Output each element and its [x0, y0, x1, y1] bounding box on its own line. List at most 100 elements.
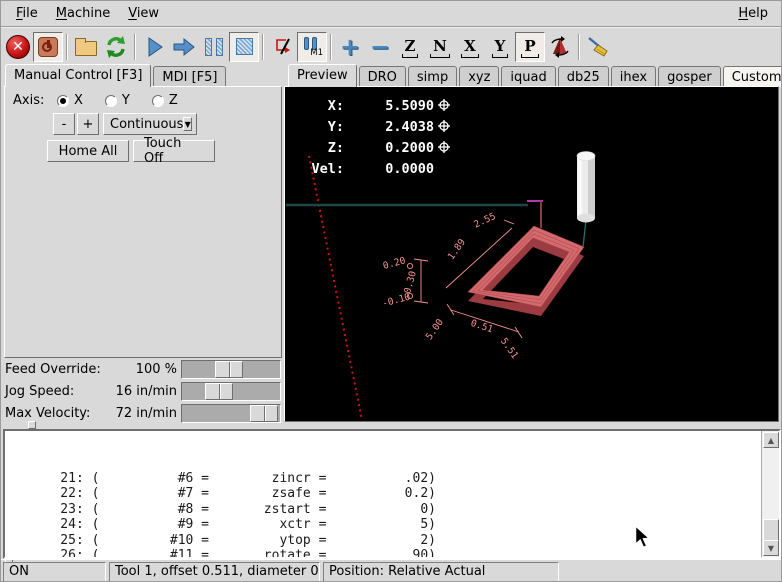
right-tab[interactable]: iquad [501, 66, 555, 87]
right-tab[interactable]: simp [408, 66, 457, 87]
dro-z-value: 0.2000 [385, 140, 434, 156]
zoom-out-button[interactable]: − [365, 32, 395, 62]
slider-trough[interactable] [181, 404, 281, 423]
right-tab[interactable]: Custom [723, 66, 782, 87]
toolbar-separator [330, 34, 332, 60]
menu-item-help[interactable]: Help [729, 3, 777, 24]
axis-y-radio[interactable] [105, 95, 117, 107]
pause-button[interactable] [199, 32, 229, 62]
step-icon [172, 36, 196, 58]
toolbar-separator [66, 34, 68, 60]
gcode-line[interactable]: 23: ( #8 = zstart = 0) [29, 502, 759, 518]
slider-value: 16 in/min [116, 384, 177, 399]
dro-readout: X: 5.5090 Y: 2.4038 Z: 0.2000 Vel: 0.000… [311, 98, 450, 177]
slider-trough[interactable] [181, 360, 281, 379]
preview-frame: 2.55 1.89 0.20 0.30 -0.10 0.51 5.00 5.51 [284, 86, 779, 422]
slider-handle[interactable] [215, 361, 243, 378]
slider-label: Max Velocity: [5, 406, 90, 421]
reload-file-button[interactable] [101, 32, 131, 62]
machine-state-field: ON [3, 562, 106, 582]
axis-z-radio[interactable] [152, 95, 164, 107]
left-tab[interactable]: Manual Control [F3] [5, 64, 151, 87]
svg-text:1.89: 1.89 [446, 237, 468, 262]
gcode-scrollbar[interactable]: ▲ ▼ [761, 431, 779, 557]
open-folder-icon [75, 41, 97, 56]
menu-item[interactable]: File [7, 3, 47, 24]
slider-value: 100 % [136, 362, 177, 377]
slider-row: Jog Speed: 16 in/min [1, 381, 283, 403]
optional-pause-button[interactable]: M1 [297, 32, 327, 62]
axis-x-radio[interactable] [57, 95, 69, 107]
pause-icon [205, 38, 223, 56]
toolbar-separator [262, 34, 264, 60]
stop-button[interactable] [229, 32, 259, 62]
toolbar-separator [134, 34, 136, 60]
estop-button[interactable]: ✕ [3, 32, 33, 62]
preview-canvas[interactable]: 2.55 1.89 0.20 0.30 -0.10 0.51 5.00 5.51 [286, 88, 777, 420]
view-perspective-button[interactable]: P [515, 32, 545, 62]
view-z2-button[interactable]: N [425, 32, 455, 62]
left-notebook-tabs: Manual Control [F3]MDI [F5] [5, 65, 228, 87]
stop-icon [236, 38, 253, 55]
slider-row: Feed Override: 100 % [1, 359, 283, 381]
menu-item[interactable]: Machine [47, 3, 119, 24]
right-tab[interactable]: Preview [288, 64, 357, 87]
scroll-down-icon[interactable]: ▼ [763, 540, 779, 556]
zoom-in-icon: + [340, 35, 360, 59]
slider-handle[interactable] [205, 383, 233, 400]
view-z-button[interactable]: Z [395, 32, 425, 62]
machine-power-button[interactable] [33, 32, 63, 62]
svg-text:0.51: 0.51 [469, 318, 494, 336]
homed-icon [438, 120, 450, 132]
right-tab[interactable]: gosper [658, 66, 721, 87]
power-icon [38, 37, 58, 57]
left-tab[interactable]: MDI [F5] [153, 66, 226, 87]
gcode-listing[interactable]: 21: ( #6 = zincr = .02) 22: ( #7 = zsafe… [3, 429, 781, 559]
clear-plot-button[interactable] [583, 32, 613, 62]
slider-handle[interactable] [250, 405, 278, 422]
right-notebook-tabs: PreviewDROsimpxyziquaddb25ihexgosperCust… [288, 65, 782, 87]
jog-mode-dropdown[interactable]: Continuous ▼ [103, 113, 197, 135]
dro-z-label: Z: [328, 140, 344, 156]
gcode-line[interactable]: 21: ( #6 = zincr = .02) [29, 471, 759, 487]
axis-window: FileMachineView Help ✕ [0, 0, 782, 582]
toolpath [468, 226, 584, 316]
run-button[interactable] [139, 32, 169, 62]
pane-sash-grip[interactable] [28, 421, 36, 429]
svg-text:2.55: 2.55 [472, 211, 497, 231]
slider-trough[interactable] [181, 382, 281, 401]
axis-x-label: X [74, 93, 83, 108]
position-mode-field: Position: Relative Actual [323, 562, 559, 582]
menu-item[interactable]: View [119, 3, 168, 24]
skip-lines-icon [270, 35, 294, 59]
reload-icon [104, 35, 128, 59]
dimension-annotations: 2.55 1.89 0.20 0.30 -0.10 0.51 5.00 5.51 [381, 211, 522, 361]
skip-lines-button[interactable] [267, 32, 297, 62]
gcode-line[interactable]: 26: ( #11 = rotate = 90) [29, 548, 759, 559]
tool-info-field: Tool 1, offset 0.511, diameter 0.125 [109, 562, 320, 582]
jog-plus-button[interactable]: + [77, 113, 99, 135]
step-button[interactable] [169, 32, 199, 62]
home-all-button[interactable]: Home All [47, 140, 129, 162]
axis-y-label: Y [122, 93, 130, 108]
svg-text:-0.10: -0.10 [381, 292, 412, 310]
zoom-in-button[interactable]: + [335, 32, 365, 62]
right-tab[interactable]: DRO [359, 66, 406, 87]
rotate-view-button[interactable] [545, 32, 575, 62]
view-y-button[interactable]: Y [485, 32, 515, 62]
view-x-button[interactable]: X [455, 32, 485, 62]
gcode-line[interactable]: 22: ( #7 = zsafe = 0.2) [29, 486, 759, 502]
statusbar: ON Tool 1, offset 0.511, diameter 0.125 … [1, 559, 782, 582]
scroll-up-icon[interactable]: ▲ [763, 432, 779, 448]
axis-z-label: Z [169, 93, 178, 108]
right-tab[interactable]: ihex [611, 66, 656, 87]
slider-row: Max Velocity: 72 in/min [1, 403, 283, 425]
homed-icon [438, 99, 450, 111]
touch-off-button[interactable]: Touch Off [133, 140, 215, 162]
right-tab[interactable]: db25 [558, 66, 609, 87]
jog-minus-button[interactable]: - [53, 113, 75, 135]
right-tab[interactable]: xyz [459, 66, 499, 87]
toolbar: ✕ [1, 30, 782, 63]
open-file-button[interactable] [71, 32, 101, 62]
view-x-icon: X [464, 39, 476, 54]
